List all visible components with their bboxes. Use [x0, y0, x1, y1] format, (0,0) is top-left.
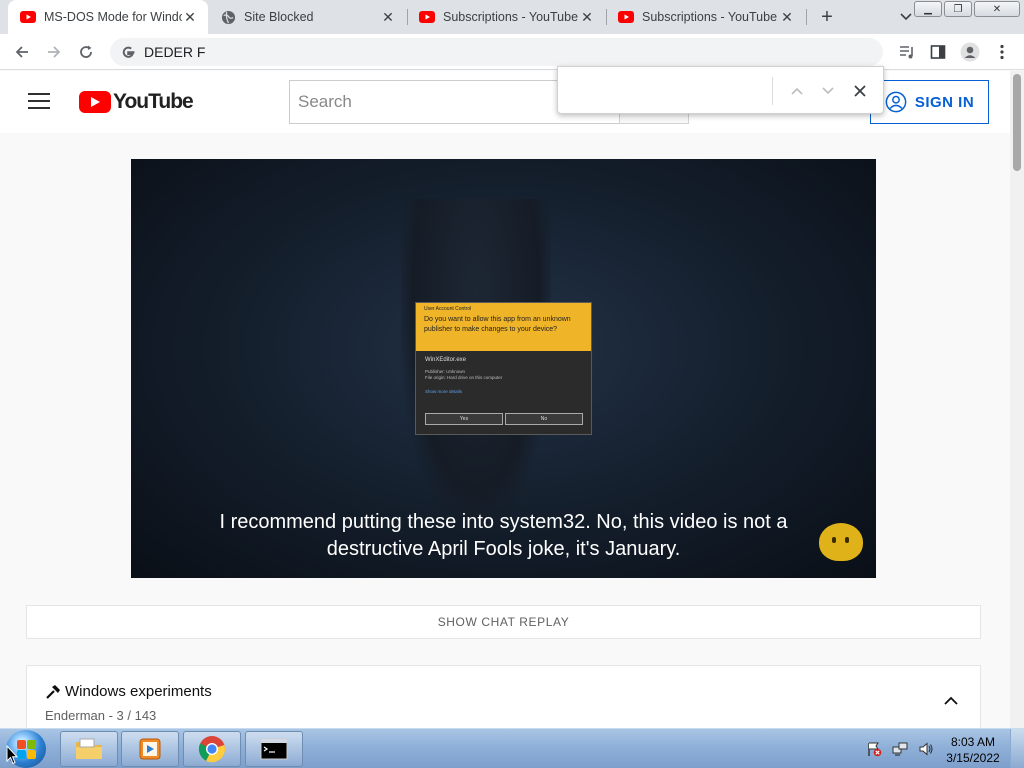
tab-strip: MS-DOS Mode for Windows ✕ Site Blocked ✕… — [0, 0, 1024, 34]
youtube-play-icon — [79, 91, 111, 113]
uac-no-button: No — [505, 413, 583, 425]
find-input[interactable] — [570, 79, 770, 103]
subtitle-line-1: I recommend putting these into system32.… — [219, 511, 788, 533]
folder-icon — [76, 738, 102, 759]
find-bar — [557, 66, 884, 114]
clock-date: 3/15/2022 — [946, 751, 1000, 765]
google-g-icon — [122, 46, 135, 58]
volume-icon[interactable] — [918, 741, 934, 757]
chevron-up-icon[interactable] — [785, 79, 809, 103]
hammer-icon — [46, 684, 60, 699]
youtube-logo-text: YouTube — [113, 90, 194, 113]
watermark-emoji-icon — [819, 523, 863, 561]
hamburger-menu-icon[interactable] — [28, 93, 50, 111]
address-input[interactable] — [144, 44, 744, 60]
close-icon[interactable]: ✕ — [380, 9, 396, 25]
uac-origin: File origin: Hard drive on this computer — [425, 375, 503, 380]
address-bar[interactable] — [110, 38, 883, 66]
taskbar-chrome[interactable] — [183, 731, 241, 767]
uac-dialog-in-video: User Account Control Do you want to allo… — [415, 302, 592, 435]
show-desktop-button[interactable] — [1010, 729, 1024, 768]
action-center-flag-icon[interactable] — [866, 741, 882, 757]
close-icon[interactable]: ✕ — [182, 9, 198, 25]
close-icon[interactable] — [848, 79, 872, 103]
playlist-title[interactable]: Windows experiments — [65, 683, 212, 700]
tab-separator — [806, 9, 807, 25]
tab-title: Subscriptions - YouTube — [642, 10, 778, 24]
uac-app-name: WinXEditor.exe — [425, 357, 467, 363]
scrollbar-thumb[interactable] — [1013, 74, 1021, 171]
youtube-icon — [20, 9, 36, 25]
windows-taskbar: 8:03 AM 3/15/2022 — [0, 728, 1024, 768]
playlist-subtitle: Enderman - 3 / 143 — [45, 708, 157, 723]
tab-ms-dos-mode[interactable]: MS-DOS Mode for Windows ✕ — [8, 0, 208, 34]
playlist-panel: Windows experiments Enderman - 3 / 143 — [26, 665, 981, 735]
tab-title: Site Blocked — [244, 10, 314, 24]
close-window-icon[interactable]: ✕ — [974, 1, 1020, 17]
command-prompt-icon — [260, 738, 288, 760]
taskbar-clock[interactable]: 8:03 AM 3/15/2022 — [942, 734, 1004, 766]
clock-time: 8:03 AM — [950, 735, 996, 749]
system-tray — [866, 741, 934, 757]
kebab-menu-icon[interactable] — [990, 40, 1014, 64]
sign-in-button[interactable]: SIGN IN — [870, 80, 989, 124]
media-player-icon — [139, 738, 161, 760]
window-controls: ▁ ❐ ✕ — [914, 1, 1020, 17]
media-queue-icon[interactable] — [895, 40, 919, 64]
youtube-icon — [419, 9, 435, 25]
taskbar-explorer[interactable] — [60, 731, 118, 767]
minimize-icon[interactable]: ▁ — [914, 1, 942, 17]
tab-title: MS-DOS Mode for Windows — [44, 10, 182, 24]
tab-subscriptions-1[interactable]: Subscriptions - YouTube ✕ — [407, 0, 605, 34]
find-divider — [772, 77, 773, 105]
chevron-up-icon[interactable] — [942, 692, 960, 710]
uac-details-link: Show more details — [425, 389, 463, 394]
uac-yes-button: Yes — [425, 413, 503, 425]
youtube-logo[interactable]: YouTube — [79, 90, 194, 114]
close-icon[interactable]: ✕ — [779, 9, 795, 25]
globe-icon — [220, 9, 236, 25]
forward-arrow-icon[interactable] — [41, 39, 67, 65]
tab-site-blocked[interactable]: Site Blocked ✕ — [208, 0, 406, 34]
show-chat-replay-button[interactable]: SHOW CHAT REPLAY — [26, 605, 981, 639]
video-subtitle: I recommend putting these into system32.… — [171, 509, 836, 563]
reload-icon[interactable] — [73, 39, 99, 65]
user-circle-icon — [885, 91, 907, 113]
back-arrow-icon[interactable] — [9, 39, 35, 65]
network-icon[interactable] — [892, 741, 908, 757]
profile-avatar-icon[interactable] — [958, 40, 982, 64]
uac-header: User Account Control — [424, 306, 472, 312]
tab-title: Subscriptions - YouTube — [443, 10, 579, 24]
new-tab-plus-icon[interactable]: + — [815, 5, 839, 29]
browser-toolbar — [0, 34, 1024, 70]
sign-in-label: SIGN IN — [914, 93, 975, 111]
chrome-icon — [198, 736, 225, 763]
page-scrollbar[interactable] — [1010, 71, 1024, 728]
uac-question: Do you want to allow this app from an un… — [424, 316, 571, 333]
tab-subscriptions-2[interactable]: Subscriptions - YouTube ✕ — [606, 0, 805, 34]
restore-icon[interactable]: ❐ — [944, 1, 972, 17]
taskbar-media-player[interactable] — [121, 731, 179, 767]
close-icon[interactable]: ✕ — [579, 9, 595, 25]
video-player[interactable]: User Account Control Do you want to allo… — [131, 159, 876, 578]
mouse-cursor-icon — [6, 745, 18, 765]
side-panel-icon[interactable] — [926, 40, 950, 64]
subtitle-line-2: destructive April Fools joke, it's Janua… — [326, 538, 681, 560]
taskbar-cmd[interactable] — [245, 731, 303, 767]
youtube-icon — [618, 9, 634, 25]
chevron-down-icon[interactable] — [816, 79, 840, 103]
